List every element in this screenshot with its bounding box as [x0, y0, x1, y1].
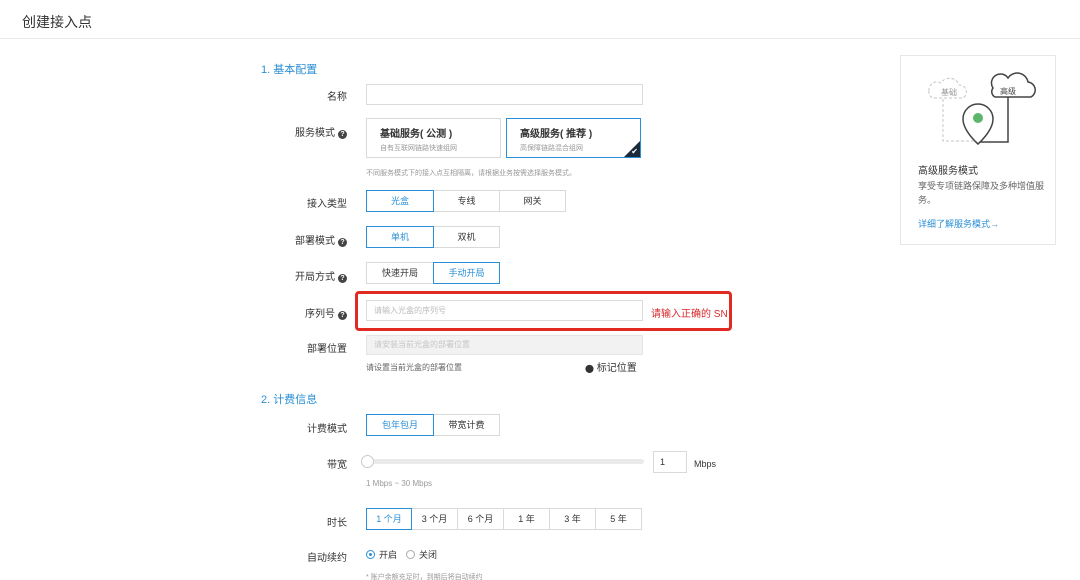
- duration-option-3y[interactable]: 3 年: [549, 508, 596, 530]
- duration-label: 时长: [327, 518, 347, 529]
- help-icon[interactable]: ?: [338, 274, 347, 283]
- bandwidth-label: 带宽: [327, 460, 347, 471]
- access-type-option-gateway[interactable]: 网关: [499, 190, 566, 212]
- info-card-title: 高级服务模式: [918, 166, 978, 177]
- duration-option-1m[interactable]: 1 个月: [366, 508, 412, 530]
- name-input[interactable]: [366, 84, 643, 105]
- open-mode-option-quick[interactable]: 快速开局: [366, 262, 434, 284]
- check-icon: ✔: [631, 147, 638, 156]
- billing-option-bandwidth[interactable]: 带宽计费: [433, 414, 500, 436]
- location-input: 请安装当前光盒的部署位置: [366, 335, 643, 355]
- basic-service-card-title: 基础服务( 公测 ): [380, 129, 453, 140]
- section-basic-title: 1. 基本配置: [261, 64, 318, 76]
- mark-location-label: 标记位置: [596, 363, 637, 374]
- open-mode-label: 开局方式?: [227, 268, 347, 283]
- deploy-mode-option-single[interactable]: 单机: [366, 226, 434, 248]
- illustration-label-advanced: 高级: [1000, 86, 1016, 96]
- location-label: 部署位置: [307, 344, 347, 355]
- bandwidth-slider-thumb[interactable]: [361, 455, 374, 468]
- serial-label: 序列号?: [227, 305, 347, 320]
- access-type-label: 接入类型: [307, 199, 347, 210]
- deploy-mode-label-text: 部署模式: [295, 236, 335, 247]
- duration-option-3m[interactable]: 3 个月: [411, 508, 458, 530]
- info-card-learn-more-link[interactable]: 详细了解服务模式→: [918, 217, 999, 230]
- service-mode-info-card: 基础 高级 高级服务模式 享受专项链路保障及多种增值服务。 详细了解服务模式→: [900, 55, 1056, 245]
- deploy-mode-segment: 单机 双机: [366, 226, 500, 248]
- bandwidth-slider-track[interactable]: [366, 459, 644, 464]
- serial-label-text: 序列号: [305, 309, 335, 320]
- advanced-service-card-title: 高级服务( 推荐 ): [520, 129, 593, 140]
- help-icon[interactable]: ?: [338, 130, 347, 139]
- service-mode-illustration: 基础 高级: [928, 72, 1036, 145]
- title-divider: [0, 38, 1080, 39]
- mark-location-button[interactable]: ⬤ 标记位置: [585, 359, 637, 374]
- location-hint: 请设置当前光盒的部署位置: [366, 363, 462, 372]
- deploy-mode-option-dual[interactable]: 双机: [433, 226, 500, 248]
- help-icon[interactable]: ?: [338, 311, 347, 320]
- auto-renew-on-radio[interactable]: [366, 550, 375, 559]
- auto-renew-label: 自动续约: [307, 553, 347, 564]
- access-type-option-line[interactable]: 专线: [433, 190, 500, 212]
- bandwidth-range-hint: 1 Mbps ~ 30 Mbps: [366, 479, 433, 488]
- open-mode-label-text: 开局方式: [295, 272, 335, 283]
- bandwidth-input[interactable]: 1: [653, 451, 687, 473]
- advanced-service-card-subtitle: 高保障链路混合组网: [520, 145, 583, 152]
- open-mode-option-manual[interactable]: 手动开局: [433, 262, 500, 284]
- auto-renew-hint: * 账户余额充足时，到期后将自动续约: [366, 574, 483, 580]
- serial-error-text: 请输入正确的 SN: [651, 309, 728, 320]
- auto-renew-on-label[interactable]: 开启: [379, 548, 397, 561]
- service-mode-hint: 不同服务模式下的接入点互相隔离，请根据业务按需选择服务模式。: [366, 170, 576, 177]
- help-icon[interactable]: ?: [338, 238, 347, 247]
- duration-segment: 1 个月 3 个月 6 个月 1 年 3 年 5 年: [366, 508, 642, 530]
- duration-option-1y[interactable]: 1 年: [503, 508, 550, 530]
- basic-service-card[interactable]: 基础服务( 公测 ) 自有互联网链路快速组网: [366, 118, 501, 158]
- location-pin-icon: ⬤: [585, 364, 594, 373]
- billing-mode-segment: 包年包月 带宽计费: [366, 414, 500, 436]
- section-billing-title: 2. 计费信息: [261, 394, 318, 406]
- service-mode-label: 服务模式?: [227, 124, 347, 139]
- advanced-service-card[interactable]: 高级服务( 推荐 ) 高保障链路混合组网 ✔: [506, 118, 641, 158]
- duration-option-5y[interactable]: 5 年: [595, 508, 642, 530]
- deploy-mode-label: 部署模式?: [227, 232, 347, 247]
- duration-option-6m[interactable]: 6 个月: [457, 508, 504, 530]
- auto-renew-radio-group: 开启 关闭: [366, 548, 446, 561]
- illustration-label-basic: 基础: [941, 87, 957, 97]
- service-mode-label-text: 服务模式: [295, 128, 335, 139]
- billing-option-monthly[interactable]: 包年包月: [366, 414, 434, 436]
- info-card-description: 享受专项链路保障及多种增值服务。: [918, 181, 1045, 205]
- auto-renew-off-label[interactable]: 关闭: [419, 548, 437, 561]
- auto-renew-off-radio[interactable]: [406, 550, 416, 559]
- access-type-segment: 光盒 专线 网关: [366, 190, 566, 212]
- open-mode-segment: 快速开局 手动开局: [366, 262, 500, 284]
- basic-service-card-subtitle: 自有互联网链路快速组网: [380, 145, 457, 152]
- bandwidth-unit: Mbps: [694, 459, 717, 469]
- billing-mode-label: 计费模式: [307, 424, 347, 435]
- name-label: 名称: [327, 92, 347, 103]
- access-type-option-box[interactable]: 光盒: [366, 190, 434, 212]
- page-title: 创建接入点: [22, 14, 92, 30]
